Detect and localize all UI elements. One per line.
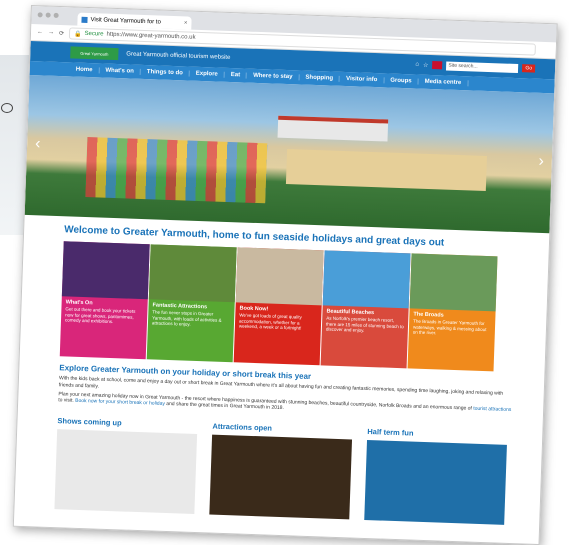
tile-attractions[interactable]: Fantastic Attractions The fun never stop… bbox=[146, 244, 237, 363]
search-go-button[interactable]: Go bbox=[522, 64, 536, 73]
column-title: Shows coming up bbox=[57, 416, 122, 428]
tile-broads[interactable]: The Broads The Broads in Greater Yarmout… bbox=[407, 253, 498, 372]
site-search-input[interactable]: Site search... bbox=[446, 61, 519, 73]
browser-window: Visit Great Yarmouth for to × ← → ⟳ 🔒 Se… bbox=[12, 5, 558, 545]
column-shows[interactable]: Shows coming up bbox=[54, 416, 198, 515]
column-image bbox=[209, 434, 353, 520]
tile-desc: Get out there and book your tickets now … bbox=[64, 306, 136, 325]
nav-explore[interactable]: Explore bbox=[189, 70, 225, 78]
hero-carousel[interactable]: ‹ › bbox=[24, 74, 555, 234]
favicon-icon bbox=[81, 16, 88, 23]
tile-desc: We've got loads of great quality accommo… bbox=[238, 312, 302, 331]
hero-rides-image bbox=[85, 137, 268, 204]
column-title: Half term fun bbox=[367, 426, 414, 438]
tile-desc: The fun never stops in Greater Yarmouth,… bbox=[151, 309, 222, 328]
site-tagline: Great Yarmouth official tourism website bbox=[126, 51, 231, 61]
tile-desc: The Broads in Greater Yarmouth for water… bbox=[412, 318, 487, 336]
reload-icon[interactable]: ⟳ bbox=[59, 29, 64, 36]
tile-image bbox=[409, 253, 498, 312]
nav-shopping[interactable]: Shopping bbox=[299, 74, 341, 82]
para-text: to visit. bbox=[58, 397, 76, 405]
nav-where-to-stay[interactable]: Where to stay bbox=[247, 72, 300, 81]
back-icon[interactable]: ← bbox=[37, 29, 43, 35]
tile-beaches[interactable]: Beautiful Beaches As Norfolk's premier b… bbox=[320, 250, 411, 369]
tile-image bbox=[322, 250, 411, 309]
language-flag-icon[interactable] bbox=[432, 61, 443, 70]
secure-label: Secure bbox=[84, 30, 104, 38]
site-logo[interactable]: Great Yarmouth bbox=[70, 46, 119, 61]
nav-media-centre[interactable]: Media centre bbox=[418, 78, 469, 87]
close-window-icon[interactable] bbox=[37, 12, 43, 18]
forward-icon[interactable]: → bbox=[48, 30, 54, 36]
carousel-prev-icon[interactable]: ‹ bbox=[35, 135, 41, 153]
column-image bbox=[54, 429, 198, 515]
tab-title: Visit Great Yarmouth for to bbox=[90, 16, 161, 26]
tile-book-now[interactable]: Book Now! We've got loads of great quali… bbox=[233, 247, 324, 366]
tile-whats-on[interactable]: What's On Get out there and book your ti… bbox=[59, 241, 150, 360]
hero-pier-image bbox=[277, 115, 389, 142]
nav-whats-on[interactable]: What's on bbox=[99, 67, 141, 75]
column-attractions[interactable]: Attractions open bbox=[209, 421, 353, 520]
column-image bbox=[364, 439, 507, 525]
header-tools: ⌂ ☆ Site search... Go bbox=[415, 60, 536, 73]
tile-desc: As Norfolk's premier beach resort, there… bbox=[325, 315, 404, 334]
window-controls[interactable] bbox=[37, 12, 59, 18]
maximize-window-icon[interactable] bbox=[53, 12, 59, 18]
nav-home[interactable]: Home bbox=[69, 66, 100, 74]
tourist-attractions-link[interactable]: tourist attractions bbox=[473, 405, 511, 412]
tile-image bbox=[148, 244, 237, 303]
nav-things-to-do[interactable]: Things to do bbox=[140, 68, 190, 77]
nav-groups[interactable]: Groups bbox=[384, 77, 419, 85]
lock-icon: 🔒 bbox=[73, 31, 82, 38]
minimize-window-icon[interactable] bbox=[45, 12, 51, 18]
nav-visitor-info[interactable]: Visitor info bbox=[339, 75, 385, 84]
bottom-columns: Shows coming up Attractions open Half te… bbox=[54, 416, 542, 526]
column-half-term[interactable]: Half term fun bbox=[364, 427, 507, 525]
nav-eat[interactable]: Eat bbox=[224, 71, 248, 79]
feature-tiles: What's On Get out there and book your ti… bbox=[59, 241, 549, 373]
star-icon[interactable]: ☆ bbox=[423, 61, 429, 68]
tile-image bbox=[235, 247, 324, 306]
close-tab-icon[interactable]: × bbox=[184, 20, 188, 26]
column-title: Attractions open bbox=[212, 421, 273, 433]
url-text: https://www.great-yarmouth.co.uk bbox=[106, 31, 196, 41]
screenshot-stage: Visit Great Yarmouth for to × ← → ⟳ 🔒 Se… bbox=[0, 0, 569, 545]
basket-icon[interactable]: ⌂ bbox=[415, 61, 419, 67]
carousel-next-icon[interactable]: › bbox=[538, 153, 544, 171]
tile-image bbox=[61, 241, 150, 300]
side-marker-icon bbox=[1, 103, 13, 113]
hero-beach-image bbox=[285, 149, 488, 191]
